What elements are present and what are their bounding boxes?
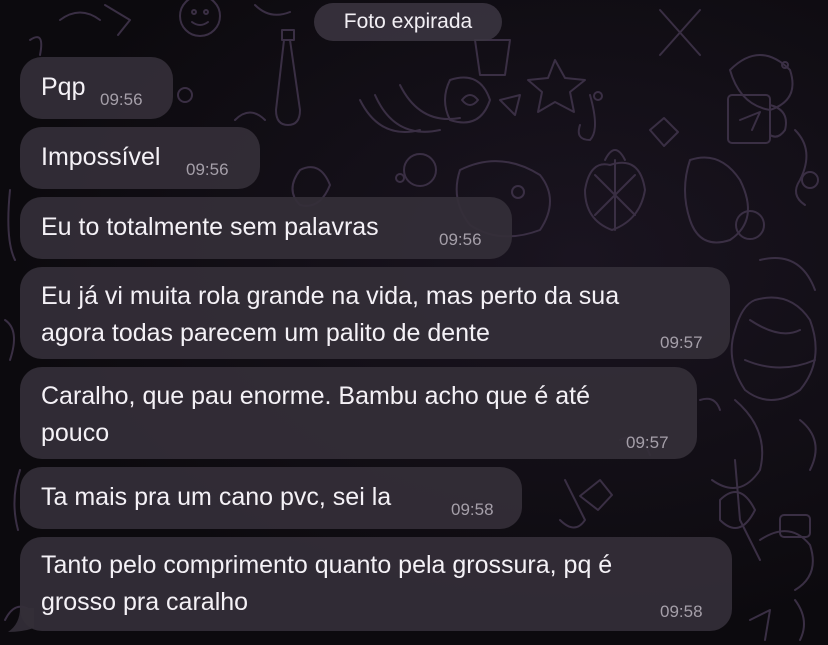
- message-text: Ta mais pra um cano pvc, sei la: [41, 483, 392, 511]
- message-bubble[interactable]: Eu to totalmente sem palavras 09:56: [20, 197, 512, 259]
- chat-area[interactable]: Foto expirada Pqp 09:56 Impossível 09:56…: [0, 0, 828, 645]
- message-text: Impossível: [41, 143, 161, 171]
- message-text: Tanto pelo comprimento quanto pela gross…: [41, 551, 613, 579]
- message-time: 09:58: [660, 602, 703, 621]
- message-bubble[interactable]: Ta mais pra um cano pvc, sei la 09:58: [20, 467, 522, 529]
- message-bubble[interactable]: Impossível 09:56: [20, 127, 260, 189]
- message-text: Pqp: [41, 73, 86, 101]
- message-text: grosso pra caralho: [41, 588, 249, 616]
- message-time: 09:57: [660, 333, 703, 352]
- system-notice-expired-photo: Foto expirada: [314, 3, 502, 41]
- message-bubble[interactable]: Caralho, que pau enorme. Bambu acho que …: [20, 367, 697, 459]
- message-time: 09:57: [626, 433, 669, 452]
- message-time: 09:56: [439, 230, 482, 249]
- message-bubble[interactable]: Eu já vi muita rola grande na vida, mas …: [20, 267, 730, 359]
- message-text: Eu to totalmente sem palavras: [41, 213, 379, 241]
- message-bubble[interactable]: Pqp 09:56: [20, 57, 173, 119]
- message-text: Caralho, que pau enorme. Bambu acho que …: [41, 382, 590, 410]
- message-time: 09:56: [100, 90, 143, 109]
- bubble-tail-icon: [8, 608, 34, 632]
- message-text: pouco: [41, 419, 110, 447]
- message-time: 09:56: [186, 160, 229, 179]
- message-text: agora todas parecem um palito de dente: [41, 319, 490, 347]
- message-text: Eu já vi muita rola grande na vida, mas …: [41, 282, 620, 310]
- message-bubble[interactable]: Tanto pelo comprimento quanto pela gross…: [20, 537, 732, 631]
- message-time: 09:58: [451, 500, 494, 519]
